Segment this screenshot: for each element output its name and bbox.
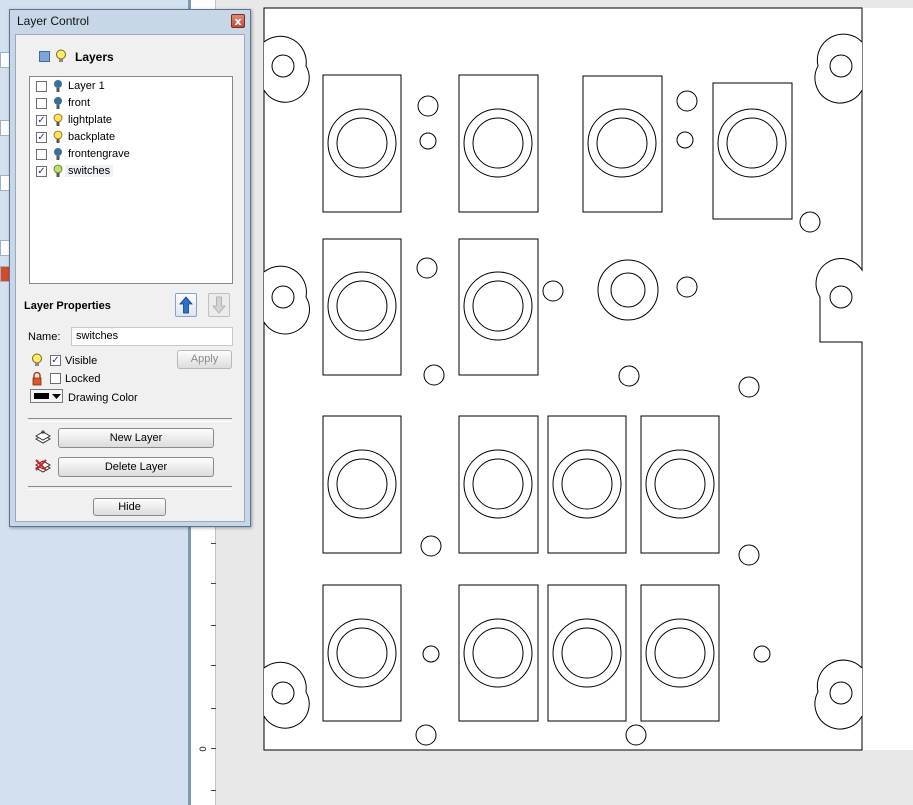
close-button[interactable]: x — [231, 14, 245, 28]
arrow-up-icon — [179, 296, 193, 314]
layer-row-switches[interactable]: ✓ switches — [30, 163, 230, 180]
delete-layer-icon — [34, 459, 52, 473]
separator — [28, 486, 232, 490]
hide-button[interactable]: Hide — [93, 498, 166, 516]
name-label: Name: — [28, 331, 61, 343]
lightbulb-icon — [56, 49, 66, 62]
plate-drawing[interactable] — [216, 0, 913, 805]
dialog-title: Layer Control — [17, 14, 90, 28]
layer-control-dialog: Layer Control x Layers Layer 1 front ✓ l… — [9, 9, 251, 527]
visible-label: Visible — [65, 355, 98, 367]
separator — [28, 418, 232, 422]
page-sheet — [264, 8, 913, 750]
apply-button[interactable]: Apply — [177, 350, 232, 369]
layer-name: lightplate — [68, 114, 113, 126]
layer-row-layer-1[interactable]: Layer 1 — [30, 78, 230, 95]
drawing-canvas[interactable] — [216, 0, 913, 805]
layer-visibility-checkbox[interactable]: ✓ — [36, 132, 47, 143]
locked-checkbox[interactable] — [50, 373, 61, 384]
layer-properties-header: Layer Properties — [24, 300, 111, 312]
layer-row-frontengrave[interactable]: frontengrave — [30, 146, 230, 163]
layer-visibility-checkbox[interactable]: ✓ — [36, 115, 47, 126]
visible-lightbulb-icon — [32, 353, 42, 366]
layer-list[interactable]: Layer 1 front ✓ lightplate ✓ backplate f… — [29, 76, 233, 284]
layer-visibility-checkbox[interactable] — [36, 81, 47, 92]
dialog-body: Layers Layer 1 front ✓ lightplate ✓ back… — [15, 34, 245, 522]
dialog-titlebar[interactable]: Layer Control x — [10, 10, 250, 34]
lock-icon — [32, 371, 42, 386]
new-layer-button[interactable]: New Layer — [58, 428, 214, 448]
layer-row-backplate[interactable]: ✓ backplate — [30, 129, 230, 146]
ruler-zero-label: 0 — [198, 746, 209, 752]
arrow-down-icon — [212, 296, 226, 314]
layer-visibility-checkbox[interactable]: ✓ — [36, 166, 47, 177]
layer-name: frontengrave — [68, 148, 130, 160]
dropdown-arrow-icon — [52, 394, 61, 399]
lightbulb-off-icon — [54, 97, 62, 109]
layers-header: Layers — [75, 50, 114, 64]
layer-name-input[interactable]: switches — [71, 327, 233, 346]
color-swatch — [34, 393, 49, 399]
layer-name: front — [68, 97, 91, 109]
lightbulb-active-icon — [53, 164, 63, 177]
delete-layer-button[interactable]: Delete Layer — [58, 457, 214, 477]
layer-name: backplate — [68, 131, 116, 143]
drawing-color-label: Drawing Color — [68, 392, 138, 404]
move-layer-down-button[interactable] — [208, 293, 230, 317]
new-layer-icon — [34, 430, 52, 444]
move-layer-up-button[interactable] — [175, 293, 197, 317]
layer-row-front[interactable]: front — [30, 95, 230, 112]
layer-visibility-checkbox[interactable] — [36, 149, 47, 160]
lightbulb-on-icon — [53, 113, 63, 126]
layer-row-lightplate[interactable]: ✓ lightplate — [30, 112, 230, 129]
locked-label: Locked — [65, 373, 101, 385]
lightbulb-off-icon — [54, 148, 62, 160]
visible-checkbox[interactable]: ✓ — [50, 355, 61, 366]
layer-name: switches — [65, 165, 114, 177]
lightbulb-on-icon — [53, 130, 63, 143]
layers-toggle-icon[interactable] — [39, 51, 50, 62]
layer-visibility-checkbox[interactable] — [36, 98, 47, 109]
layer-name: Layer 1 — [68, 80, 105, 92]
lightbulb-off-icon — [54, 80, 62, 92]
drawing-color-picker[interactable] — [30, 389, 63, 403]
